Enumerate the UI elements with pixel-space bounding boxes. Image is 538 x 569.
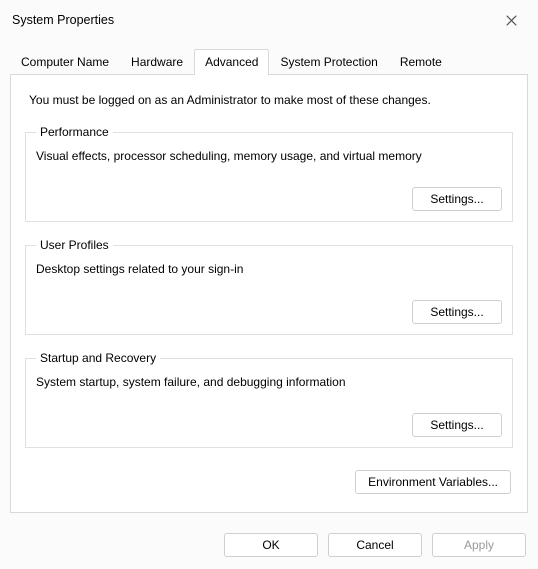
tab-system-protection[interactable]: System Protection	[269, 49, 388, 75]
user-profiles-desc: Desktop settings related to your sign-in	[36, 262, 502, 276]
user-profiles-settings-button[interactable]: Settings...	[412, 300, 502, 324]
startup-recovery-desc: System startup, system failure, and debu…	[36, 375, 502, 389]
admin-note: You must be logged on as an Administrato…	[29, 93, 513, 107]
user-profiles-group: User Profiles Desktop settings related t…	[25, 238, 513, 335]
user-profiles-button-row: Settings...	[36, 300, 502, 324]
performance-settings-button[interactable]: Settings...	[412, 187, 502, 211]
tab-computer-name[interactable]: Computer Name	[10, 49, 120, 75]
close-button[interactable]	[494, 6, 528, 34]
ok-button[interactable]: OK	[224, 533, 318, 557]
tab-hardware[interactable]: Hardware	[120, 49, 194, 75]
startup-recovery-button-row: Settings...	[36, 413, 502, 437]
performance-button-row: Settings...	[36, 187, 502, 211]
env-variables-row: Environment Variables...	[25, 470, 513, 494]
tabstrip: Computer Name Hardware Advanced System P…	[0, 34, 538, 74]
cancel-button[interactable]: Cancel	[328, 533, 422, 557]
advanced-tab-panel: You must be logged on as an Administrato…	[10, 74, 528, 513]
tab-advanced[interactable]: Advanced	[194, 49, 269, 75]
startup-recovery-settings-button[interactable]: Settings...	[412, 413, 502, 437]
user-profiles-legend: User Profiles	[36, 238, 113, 252]
performance-desc: Visual effects, processor scheduling, me…	[36, 149, 502, 163]
performance-legend: Performance	[36, 125, 113, 139]
system-properties-window: System Properties Computer Name Hardware…	[0, 0, 538, 569]
titlebar: System Properties	[0, 0, 538, 34]
dialog-footer: OK Cancel Apply	[0, 523, 538, 569]
close-icon	[506, 15, 517, 26]
startup-recovery-legend: Startup and Recovery	[36, 351, 160, 365]
tab-remote[interactable]: Remote	[389, 49, 453, 75]
apply-button[interactable]: Apply	[432, 533, 526, 557]
performance-group: Performance Visual effects, processor sc…	[25, 125, 513, 222]
window-title: System Properties	[12, 13, 114, 27]
environment-variables-button[interactable]: Environment Variables...	[355, 470, 511, 494]
startup-recovery-group: Startup and Recovery System startup, sys…	[25, 351, 513, 448]
